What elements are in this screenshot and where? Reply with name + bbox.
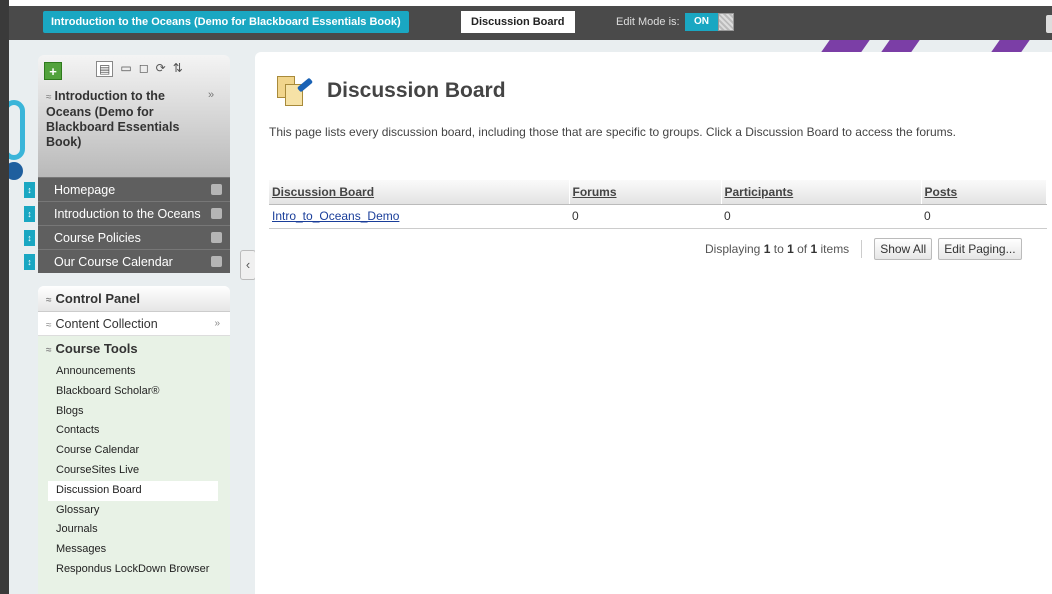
tool-link-respondus-lockdown[interactable]: Respondus LockDown Browser [38, 560, 230, 590]
participants-count: 0 [721, 204, 921, 229]
reorder-icon[interactable]: ⇅ [173, 61, 183, 77]
edit-mode-switch-handle [718, 13, 734, 31]
tool-link-course-calendar[interactable]: Course Calendar [38, 441, 230, 461]
tool-link-blogs[interactable]: Blogs [38, 402, 230, 422]
edit-mode-toggle[interactable]: ON [685, 13, 734, 31]
course-menu: + ▤ ▭ ◻ ⟳ ⇅ ≈ Introduction to the Oceans … [24, 55, 230, 273]
course-menu-title[interactable]: ≈ Introduction to the Oceans (Demo for Bl… [46, 89, 196, 150]
decorative-stripe [881, 40, 927, 52]
drag-handle-icon[interactable]: ↕ [24, 230, 35, 246]
new-window-icon[interactable]: ◻ [139, 61, 149, 77]
options-menu-icon[interactable] [211, 208, 222, 219]
tool-link-glossary[interactable]: Glossary [38, 501, 230, 521]
chevron-down-icon: ≈ [46, 320, 52, 331]
menu-item-course-policies[interactable]: ↕ Course Policies [24, 225, 230, 249]
menu-item-homepage[interactable]: ↕ Homepage [24, 177, 230, 201]
divider [861, 240, 863, 258]
tool-link-contacts[interactable]: Contacts [38, 421, 230, 441]
edit-mode-label: Edit Mode is: [616, 16, 680, 28]
column-header-posts[interactable]: Posts [921, 180, 1047, 205]
discussion-board-name-cell: Intro_to_Oceans_Demo [269, 204, 569, 229]
drag-handle-icon[interactable]: ↕ [24, 206, 35, 222]
page-header: Discussion Board [275, 72, 506, 110]
edit-mode-value: ON [685, 13, 718, 31]
column-header-forums[interactable]: Forums [569, 180, 722, 205]
chevron-up-icon: ≈ [46, 92, 52, 103]
options-menu-icon[interactable] [211, 184, 222, 195]
page-instructions: This page lists every discussion board, … [269, 125, 956, 139]
breadcrumb-page: Discussion Board [461, 11, 575, 33]
tool-link-journals[interactable]: Journals [38, 520, 230, 540]
tool-link-messages[interactable]: Messages [38, 540, 230, 560]
menu-item-label: Homepage [54, 182, 116, 197]
decorative-swirl [9, 100, 25, 160]
list-view-icon[interactable]: ▤ [96, 61, 114, 77]
decorative-stripe [991, 40, 1037, 52]
add-menu-item-button[interactable]: + [44, 62, 62, 80]
tool-link-coursesites-live[interactable]: CourseSites Live [38, 461, 230, 481]
posts-count: 0 [921, 204, 1047, 229]
course-menu-header: + ▤ ▭ ◻ ⟳ ⇅ ≈ Introduction to the Oceans … [38, 55, 230, 177]
discussion-board-icon [275, 72, 315, 110]
drag-handle-icon[interactable]: ↕ [24, 254, 35, 270]
discussion-board-link[interactable]: Intro_to_Oceans_Demo [272, 209, 399, 223]
help-button[interactable]: ? [1046, 15, 1052, 33]
collapse-menu-button[interactable]: ‹ [240, 250, 256, 280]
edit-paging-button[interactable]: Edit Paging... [938, 238, 1022, 260]
top-navigation-bar: Introduction to the Oceans (Demo for Bla… [9, 6, 1052, 40]
double-chevron-right-icon[interactable]: » [208, 89, 214, 101]
control-panel: ≈ Control Panel ≈ Content Collection» ≈ Cou… [38, 286, 230, 594]
tool-link-blackboard-scholar[interactable]: Blackboard Scholar® [38, 382, 230, 402]
table-header-row: Discussion Board Forums Participants Pos… [269, 180, 1047, 205]
main-content: Discussion Board This page lists every d… [255, 52, 1052, 594]
menu-item-label: Our Course Calendar [54, 254, 173, 269]
control-panel-header[interactable]: ≈ Control Panel [38, 286, 230, 312]
chevron-up-icon: ≈ [46, 345, 52, 356]
discussion-board-table: Discussion Board Forums Participants Pos… [269, 180, 1047, 229]
paging-controls: Displaying 1 to 1 of 1 items Show All Ed… [705, 238, 1022, 260]
course-tools-section: ≈ Course Tools Announcements Blackboard S… [38, 336, 230, 594]
menu-view-toolbar: ▤ ▭ ◻ ⟳ ⇅ [96, 61, 183, 77]
double-chevron-right-icon[interactable]: » [214, 312, 220, 336]
page-title: Discussion Board [327, 79, 506, 102]
decorative-stripe [821, 40, 877, 52]
menu-item-course-calendar[interactable]: ↕ Our Course Calendar [24, 249, 230, 273]
breadcrumb-course[interactable]: Introduction to the Oceans (Demo for Bla… [43, 11, 409, 33]
drag-handle-icon[interactable]: ↕ [24, 182, 35, 198]
tool-link-announcements[interactable]: Announcements [38, 362, 230, 382]
course-tools-header[interactable]: ≈ Course Tools [38, 340, 230, 362]
menu-item-introduction[interactable]: ↕ Introduction to the Oceans [24, 201, 230, 225]
options-menu-icon[interactable] [211, 256, 222, 267]
folder-view-icon[interactable]: ▭ [120, 61, 131, 77]
forums-count: 0 [569, 204, 721, 229]
refresh-icon[interactable]: ⟳ [156, 61, 166, 77]
table-row: Intro_to_Oceans_Demo 0 0 0 [269, 204, 1047, 229]
column-header-discussion-board[interactable]: Discussion Board [269, 180, 570, 205]
show-all-button[interactable]: Show All [874, 238, 933, 260]
decorative-dot [9, 162, 23, 180]
column-header-participants[interactable]: Participants [721, 180, 922, 205]
paging-status: Displaying 1 to 1 of 1 items [705, 242, 850, 256]
menu-item-label: Course Policies [54, 230, 141, 245]
window-left-border [0, 0, 9, 594]
options-menu-icon[interactable] [211, 232, 222, 243]
chevron-up-icon: ≈ [46, 295, 52, 306]
menu-item-label: Introduction to the Oceans [54, 206, 201, 221]
content-collection-item[interactable]: ≈ Content Collection» [38, 312, 230, 336]
tool-link-discussion-board[interactable]: Discussion Board [48, 480, 218, 501]
